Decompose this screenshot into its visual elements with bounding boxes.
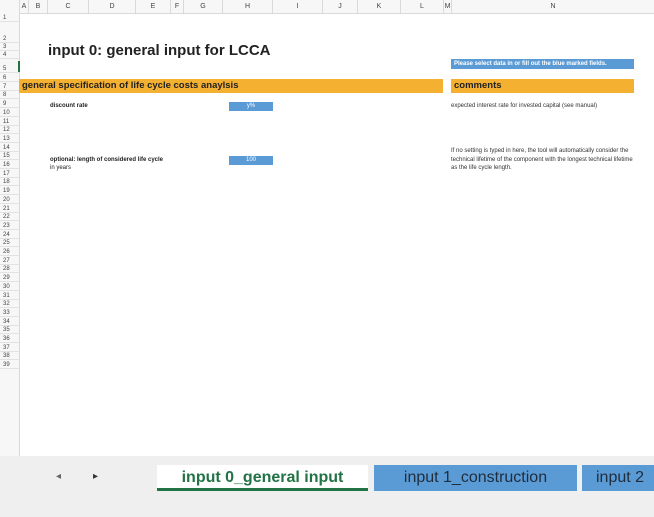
sheet-title: input 0: general input for LCCA bbox=[48, 42, 271, 59]
row-header-16[interactable]: 16 bbox=[0, 160, 19, 170]
row-header-26[interactable]: 26 bbox=[0, 247, 19, 257]
comments-section-header: comments bbox=[451, 79, 634, 93]
column-header-k[interactable]: K bbox=[357, 0, 400, 13]
life-cycle-length-unit: in years bbox=[50, 165, 72, 171]
column-header-h[interactable]: H bbox=[222, 0, 272, 13]
row-header-19[interactable]: 19 bbox=[0, 187, 19, 196]
row-header-21[interactable]: 21 bbox=[0, 204, 19, 213]
column-header-bar: ABCDEFGHIJKLMN bbox=[0, 0, 654, 14]
row-header-1[interactable]: 1 bbox=[0, 13, 19, 22]
row-header-4[interactable]: 4 bbox=[0, 51, 19, 60]
row-header-33[interactable]: 33 bbox=[0, 308, 19, 317]
column-header-n[interactable]: N bbox=[451, 0, 654, 13]
row-header-3[interactable]: 3 bbox=[0, 43, 19, 51]
row-header-23[interactable]: 23 bbox=[0, 221, 19, 230]
tab-input-1-construction[interactable]: input 1_construction bbox=[374, 465, 577, 491]
row-header-29[interactable]: 29 bbox=[0, 274, 19, 283]
column-header-j[interactable]: J bbox=[322, 0, 357, 13]
column-header-m[interactable]: M bbox=[443, 0, 451, 13]
row-header-32[interactable]: 32 bbox=[0, 300, 19, 309]
row-header-2[interactable]: 2 bbox=[0, 22, 19, 43]
row-header-12[interactable]: 12 bbox=[0, 126, 19, 135]
row-header-30[interactable]: 30 bbox=[0, 282, 19, 291]
row-header-24[interactable]: 24 bbox=[0, 230, 19, 239]
column-header-b[interactable]: B bbox=[28, 0, 47, 13]
row-header-15[interactable]: 15 bbox=[0, 152, 19, 161]
row-header-10[interactable]: 10 bbox=[0, 108, 19, 117]
column-header-l[interactable]: L bbox=[400, 0, 443, 13]
row-header-8[interactable]: 8 bbox=[0, 91, 19, 100]
column-header-e[interactable]: E bbox=[135, 0, 170, 13]
row-header-6[interactable]: 6 bbox=[0, 73, 19, 83]
row-header-34[interactable]: 34 bbox=[0, 317, 19, 326]
column-header-c[interactable]: C bbox=[47, 0, 88, 13]
row-header-35[interactable]: 35 bbox=[0, 326, 19, 335]
row-header-38[interactable]: 38 bbox=[0, 352, 19, 361]
instruction-hint: Please select data in or fill out the bl… bbox=[451, 59, 634, 69]
row-header-37[interactable]: 37 bbox=[0, 343, 19, 352]
prev-sheet-icon[interactable]: ◂ bbox=[56, 471, 61, 482]
row-header-9[interactable]: 9 bbox=[0, 100, 19, 109]
row-header-17[interactable]: 17 bbox=[0, 169, 19, 178]
spec-section-header: general specification of life cycle cost… bbox=[19, 79, 443, 93]
selected-row-marker bbox=[18, 61, 20, 72]
life-cycle-length-input[interactable]: 100 bbox=[229, 156, 273, 165]
life-cycle-length-comment: If no setting is typed in here, the tool… bbox=[451, 148, 633, 171]
row-header-14[interactable]: 14 bbox=[0, 143, 19, 152]
row-header-39[interactable]: 39 bbox=[0, 361, 19, 370]
discount-rate-label: discount rate bbox=[50, 103, 88, 109]
row-header-22[interactable]: 22 bbox=[0, 213, 19, 222]
discount-rate-comment: expected interest rate for invested capi… bbox=[451, 103, 598, 109]
row-header-20[interactable]: 20 bbox=[0, 195, 19, 204]
sheet-tab-bar: ◂ ▸ input 0_general input input 1_constr… bbox=[0, 456, 654, 517]
row-header-bar: 1 2 3 4 5 6 7 8 9 10 11 12 13 14 15 16 17 18 19 20 21 22 23 24 2… bbox=[0, 13, 20, 456]
row-header-13[interactable]: 13 bbox=[0, 134, 19, 143]
row-header-27[interactable]: 27 bbox=[0, 256, 19, 265]
row-header-36[interactable]: 36 bbox=[0, 334, 19, 344]
row-header-18[interactable]: 18 bbox=[0, 178, 19, 187]
spreadsheet-grid[interactable]: ABCDEFGHIJKLMN 1 2 3 4 5 6 7 8 9 10 11 12 13 14 15 16 17… bbox=[0, 0, 654, 456]
row-header-31[interactable]: 31 bbox=[0, 291, 19, 300]
row-header-5[interactable]: 5 bbox=[0, 59, 19, 74]
row-header-11[interactable]: 11 bbox=[0, 117, 19, 126]
discount-rate-input[interactable]: y% bbox=[229, 102, 273, 111]
tab-input-2[interactable]: input 2 bbox=[582, 465, 654, 491]
column-header-g[interactable]: G bbox=[183, 0, 222, 13]
next-sheet-icon[interactable]: ▸ bbox=[93, 471, 98, 482]
row-header-7[interactable]: 7 bbox=[0, 82, 19, 91]
column-header-f[interactable]: F bbox=[170, 0, 183, 13]
row-header-28[interactable]: 28 bbox=[0, 265, 19, 274]
column-header-i[interactable]: I bbox=[272, 0, 322, 13]
life-cycle-length-label: optional: length of considered life cycl… bbox=[50, 157, 164, 163]
column-header-a[interactable]: A bbox=[19, 0, 28, 13]
row-header-25[interactable]: 25 bbox=[0, 239, 19, 248]
column-header-d[interactable]: D bbox=[88, 0, 135, 13]
tab-input-0-general[interactable]: input 0_general input bbox=[157, 465, 368, 491]
